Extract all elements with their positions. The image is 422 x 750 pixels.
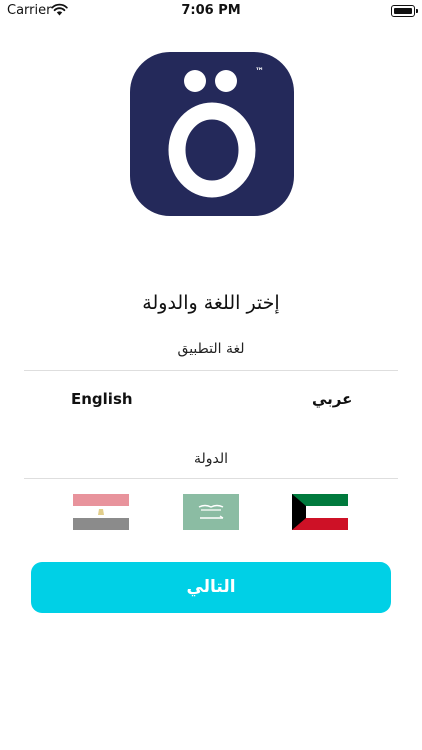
- next-button[interactable]: التالي: [31, 562, 391, 613]
- egypt-flag-icon[interactable]: [73, 494, 129, 530]
- battery-tip: [416, 9, 418, 13]
- country-label: الدولة: [193, 451, 229, 467]
- battery-icon: [391, 5, 415, 17]
- kuwait-flag-icon[interactable]: [292, 494, 348, 530]
- status-bar: Carrier 7:06 PM: [0, 0, 422, 22]
- clock: 7:06 PM: [181, 3, 241, 18]
- trademark-symbol: ™: [255, 67, 264, 77]
- app-language-label: لغة التطبيق: [177, 341, 245, 357]
- page-title: إختر اللغة والدولة: [142, 292, 280, 314]
- app-logo: ™: [130, 52, 294, 216]
- language-option-english[interactable]: English: [71, 390, 133, 408]
- language-option-arabic[interactable]: عربي: [312, 390, 352, 408]
- country-divider: [24, 478, 398, 479]
- language-divider: [24, 370, 398, 371]
- saudi-arabia-flag-icon[interactable]: [183, 494, 239, 530]
